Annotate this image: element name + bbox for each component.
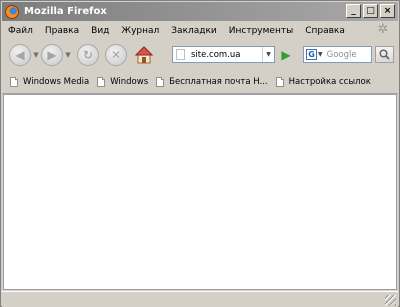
menu-file[interactable]: Файл	[2, 26, 39, 36]
menu-history[interactable]: Журнал	[115, 26, 165, 36]
stop-icon: ✕	[110, 48, 122, 62]
bookmarks-toolbar: Windows Media Windows Бесплатная почта H…	[2, 71, 398, 94]
page-icon	[156, 77, 165, 87]
address-bar[interactable]: site.com.ua ▼	[172, 46, 275, 63]
window-title: Mozilla Firefox	[24, 6, 107, 17]
browser-window: Mozilla Firefox _ □ × Файл Правка Вид Жу…	[0, 0, 400, 307]
reload-button[interactable]: ↻	[77, 44, 99, 66]
resize-grip-icon[interactable]	[385, 295, 396, 306]
page-favicon-icon	[176, 49, 185, 60]
menu-bar: Файл Правка Вид Журнал Закладки Инструме…	[2, 22, 398, 39]
bookmark-item[interactable]: Бесплатная почта H...	[156, 77, 268, 87]
firefox-logo-icon	[5, 4, 19, 19]
magnifier-icon	[379, 49, 390, 60]
search-input[interactable]: Google	[327, 50, 357, 60]
chevron-down-icon: ▼	[266, 51, 271, 58]
menu-view[interactable]: Вид	[85, 26, 115, 36]
menu-edit[interactable]: Правка	[39, 26, 85, 36]
chevron-down-icon: ▼	[65, 51, 71, 59]
stop-button[interactable]: ✕	[105, 44, 127, 66]
forward-history-dropdown[interactable]: ▼	[63, 44, 73, 66]
search-button[interactable]	[375, 46, 394, 63]
home-button[interactable]	[133, 44, 155, 66]
go-button[interactable]: ▶	[279, 48, 293, 62]
chevron-down-icon[interactable]: ▼	[318, 51, 323, 58]
back-arrow-icon: ◀	[15, 48, 25, 62]
menu-help[interactable]: Справка	[299, 26, 351, 36]
status-bar	[2, 291, 398, 307]
page-content-area[interactable]	[3, 94, 397, 290]
navigation-toolbar: ◀ ▼ ▶ ▼ ↻ ✕ site.com.ua ▼ ▶ G ▼ Google	[2, 40, 398, 70]
page-icon	[275, 77, 284, 87]
back-history-dropdown[interactable]: ▼	[31, 44, 41, 66]
address-dropdown[interactable]: ▼	[262, 47, 274, 62]
bookmark-label: Windows	[110, 77, 149, 87]
chevron-down-icon: ▼	[33, 51, 39, 59]
throbber-icon: ✲	[377, 22, 389, 37]
forward-button[interactable]: ▶	[41, 44, 63, 66]
maximize-button[interactable]: □	[363, 4, 378, 18]
menu-tools[interactable]: Инструменты	[223, 26, 299, 36]
window-controls: _ □ ×	[346, 4, 395, 18]
menu-bookmarks[interactable]: Закладки	[165, 26, 223, 36]
reload-icon: ↻	[82, 48, 94, 62]
address-input[interactable]: site.com.ua	[191, 50, 241, 60]
bookmark-item[interactable]: Windows	[97, 77, 148, 87]
minimize-button[interactable]: _	[346, 4, 361, 18]
title-bar[interactable]: Mozilla Firefox _ □ ×	[2, 2, 398, 21]
bookmark-label: Настройка ссылок	[288, 77, 371, 87]
bookmark-label: Бесплатная почта H...	[169, 77, 268, 87]
google-engine-icon[interactable]: G	[306, 49, 317, 60]
home-icon	[135, 46, 153, 64]
page-icon	[10, 77, 18, 87]
bookmark-label: Windows Media	[23, 77, 90, 87]
page-icon	[97, 77, 106, 87]
search-bar[interactable]: G ▼ Google	[303, 46, 372, 63]
go-arrow-icon: ▶	[281, 48, 291, 62]
forward-arrow-icon: ▶	[47, 48, 57, 62]
back-button[interactable]: ◀	[9, 44, 31, 66]
bookmark-item[interactable]: Настройка ссылок	[275, 77, 371, 87]
close-button[interactable]: ×	[380, 4, 395, 18]
bookmark-item[interactable]: Windows Media	[10, 77, 89, 87]
